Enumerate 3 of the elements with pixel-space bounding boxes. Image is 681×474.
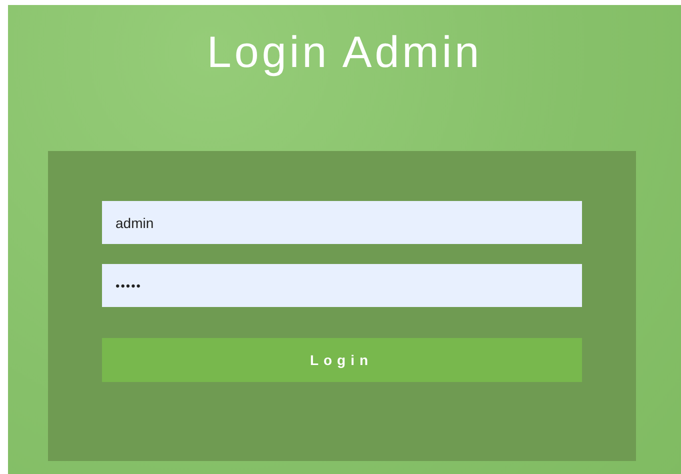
password-field[interactable]: ••••• xyxy=(102,264,582,307)
page-title: Login Admin xyxy=(206,27,482,79)
username-field[interactable]: admin xyxy=(102,201,582,244)
